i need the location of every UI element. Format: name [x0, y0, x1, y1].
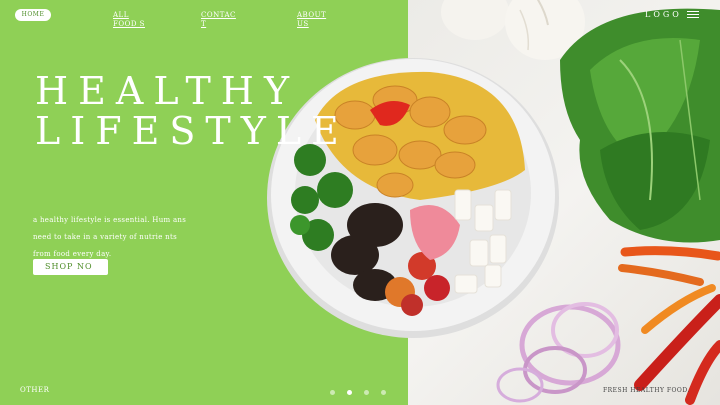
slide-dot-3[interactable] [364, 390, 369, 395]
hero-title-line1: HEALTHY [35, 69, 300, 113]
footer-other-link[interactable]: OTHER [20, 386, 49, 394]
food-illustration [267, 0, 720, 405]
footer-tagline: FRESH HEALTHY FOOD. [603, 387, 690, 394]
shop-now-button[interactable]: SHOP NO [33, 259, 108, 275]
hero-title-line2: LIFESTYLE [35, 109, 349, 153]
onion-image [496, 302, 621, 403]
slide-pagination [330, 390, 386, 395]
hero-description-line2: need to take in a variety of nutrie nts [33, 233, 177, 241]
nav-home-button[interactable]: HOME [15, 9, 51, 21]
food-bowl-image [267, 58, 559, 338]
nav-link-contact[interactable]: CONTAC T [201, 11, 235, 29]
chili-image [618, 246, 720, 405]
nav-link-all-foods[interactable]: ALL FOOD S [113, 11, 151, 29]
hero-description-line1: a healthy lifestyle is essential. Hum an… [33, 216, 187, 224]
hero-description: a healthy lifestyle is essential. Hum an… [33, 212, 198, 263]
slide-dot-1[interactable] [330, 390, 335, 395]
hamburger-menu-icon[interactable] [687, 11, 699, 18]
lettuce-image [560, 8, 720, 243]
logo[interactable]: LOGO [645, 10, 682, 19]
slide-dot-2[interactable] [347, 390, 352, 395]
garlic-image [441, 0, 585, 60]
slide-dot-4[interactable] [381, 390, 386, 395]
nav-link-about-us[interactable]: ABOUT US [297, 11, 337, 29]
